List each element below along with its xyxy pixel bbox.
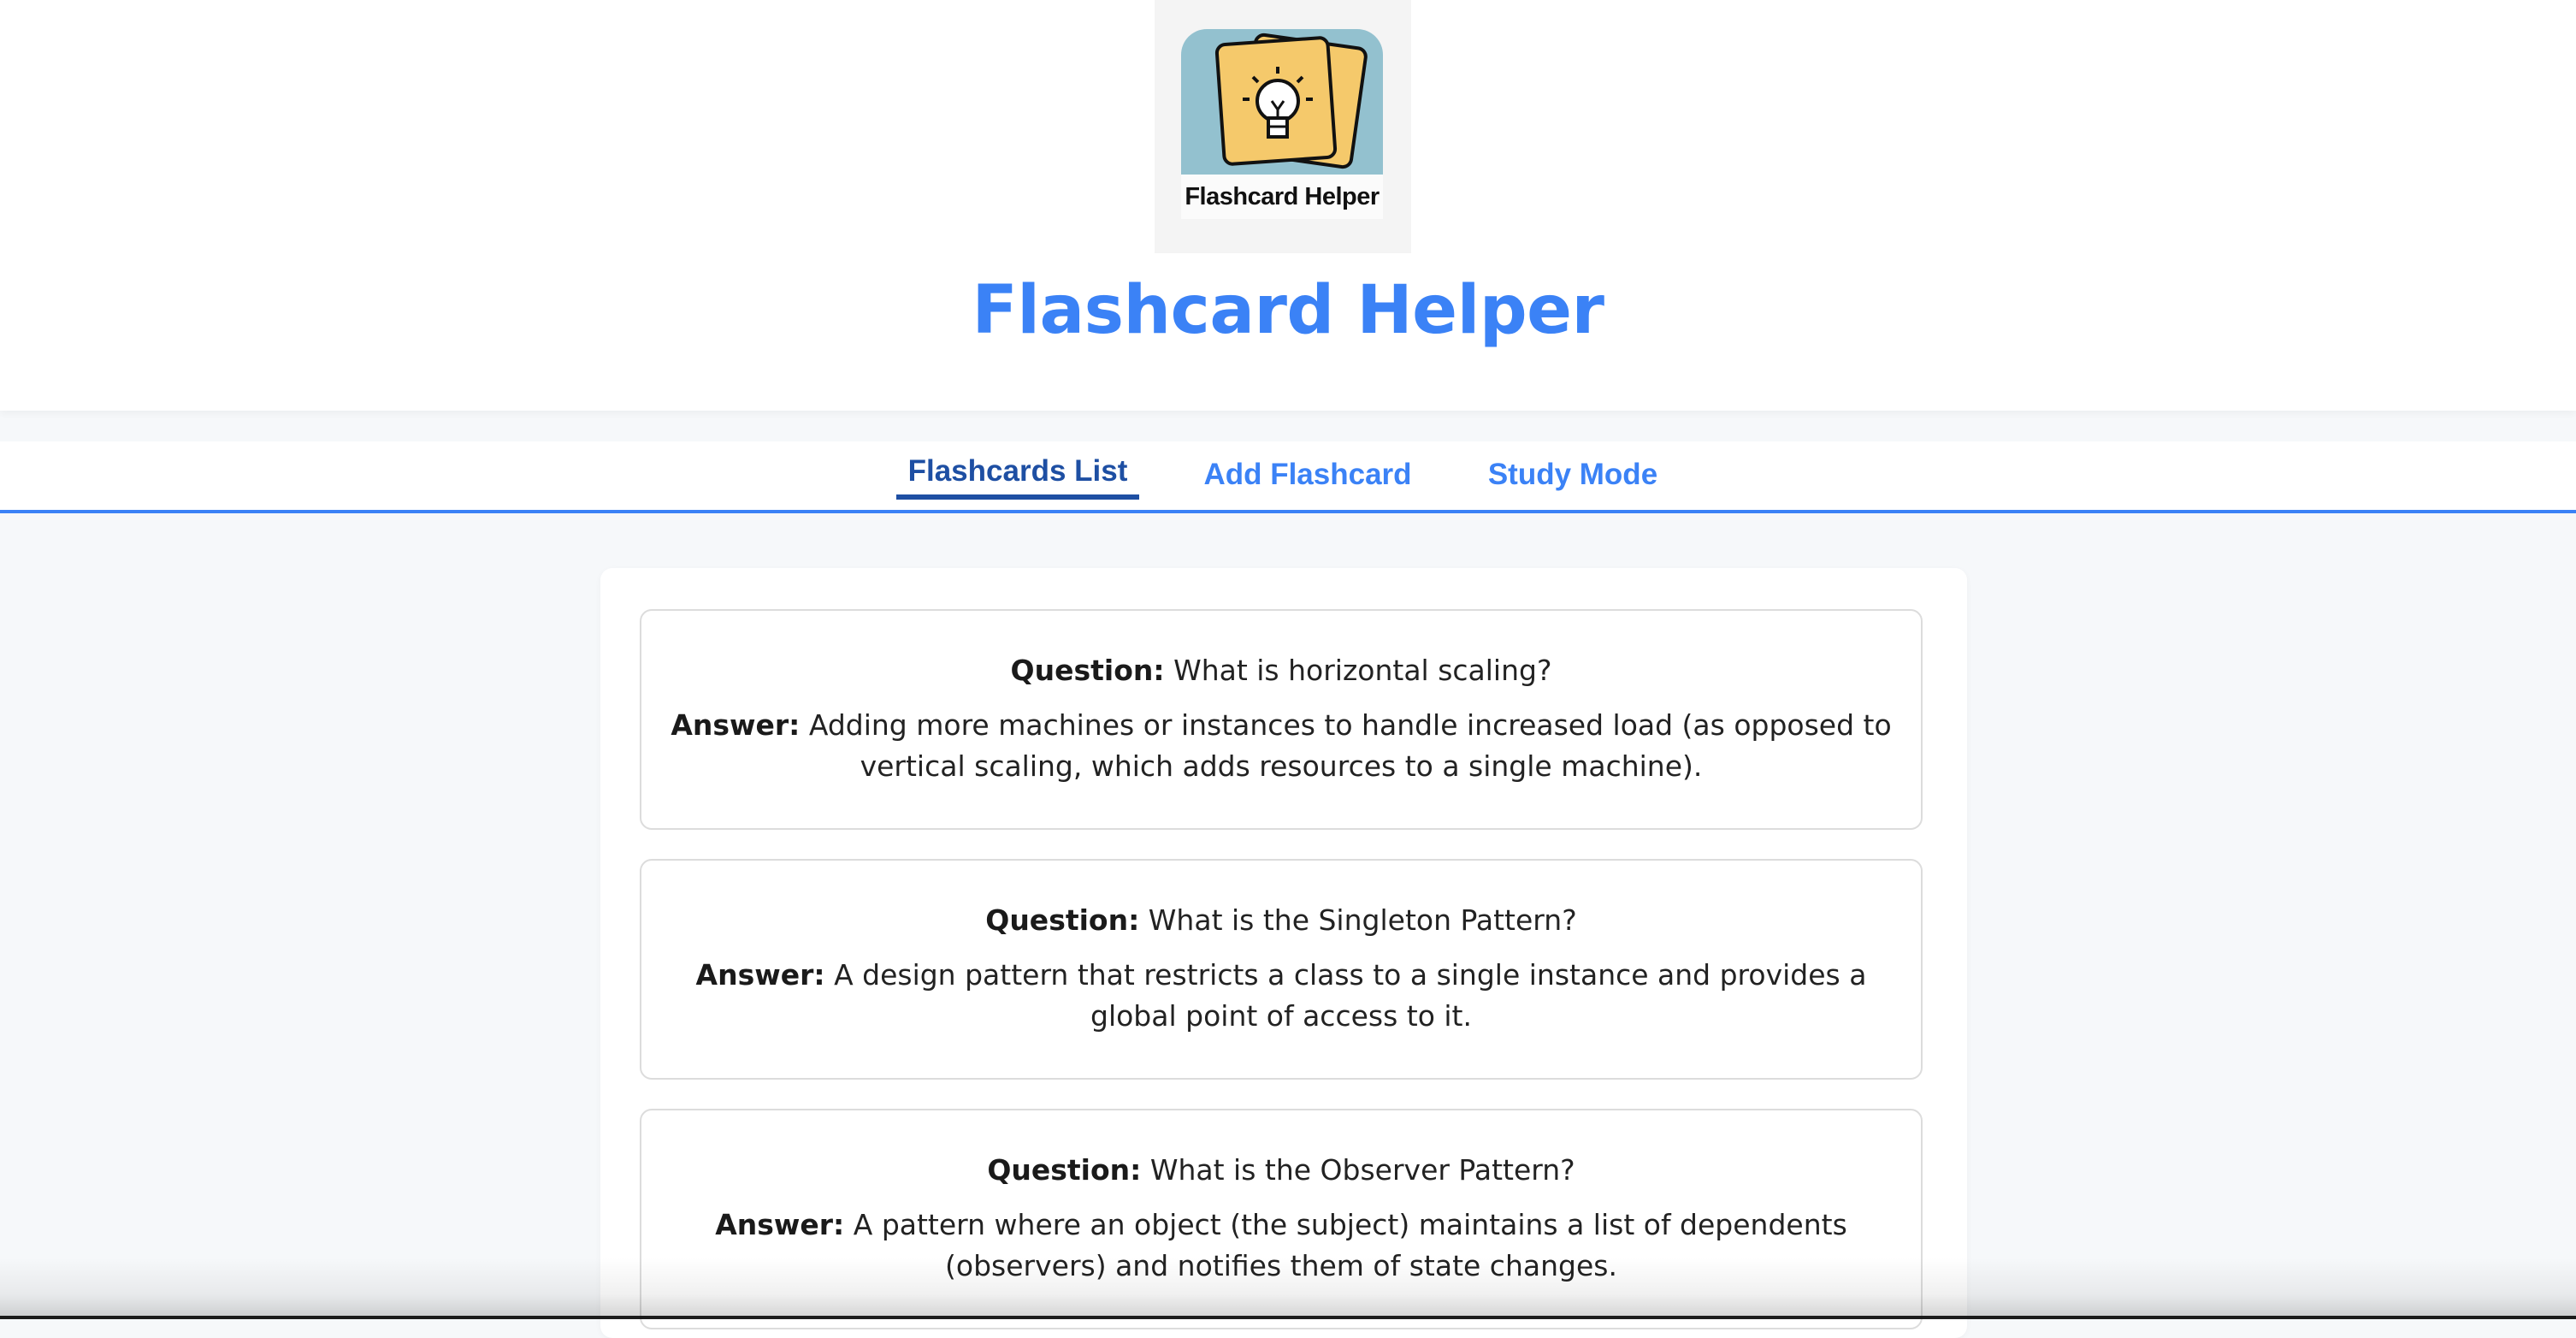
app-logo: Flashcard Helper	[1155, 0, 1411, 253]
answer-label: Answer:	[671, 708, 801, 742]
flashcards-panel: Question: What is horizontal scaling? An…	[600, 568, 1967, 1338]
logo-tile	[1181, 29, 1383, 175]
answer-text: A pattern where an object (the subject) …	[853, 1208, 1847, 1282]
answer-line: Answer: A design pattern that restricts …	[667, 955, 1895, 1037]
answer-label: Answer:	[695, 958, 825, 992]
question-text: What is horizontal scaling?	[1173, 654, 1552, 687]
flashcard[interactable]: Question: What is the Singleton Pattern?…	[640, 859, 1923, 1080]
question-text: What is the Observer Pattern?	[1149, 1153, 1575, 1187]
answer-line: Answer: A pattern where an object (the s…	[667, 1205, 1895, 1287]
main-nav: Flashcards List Add Flashcard Study Mode	[0, 441, 2576, 513]
answer-line: Answer: Adding more machines or instance…	[667, 705, 1895, 787]
answer-text: A design pattern that restricts a class …	[834, 958, 1867, 1033]
question-text: What is the Singleton Pattern?	[1148, 903, 1577, 937]
flashcard[interactable]: Question: What is the Observer Pattern? …	[640, 1109, 1923, 1329]
window-bottom-edge	[0, 1316, 2576, 1319]
tab-study-mode[interactable]: Study Mode	[1486, 452, 1659, 498]
lightbulb-icon	[1214, 33, 1368, 169]
question-line: Question: What is the Singleton Pattern?	[676, 900, 1887, 941]
question-line: Question: What is the Observer Pattern?	[676, 1150, 1887, 1191]
answer-text: Adding more machines or instances to han…	[808, 708, 1892, 783]
answer-label: Answer:	[715, 1208, 845, 1241]
question-label: Question:	[987, 1153, 1142, 1187]
question-line: Question: What is horizontal scaling?	[676, 650, 1887, 691]
question-label: Question:	[1010, 654, 1165, 687]
app-header: Flashcard Helper Flashcard Helper	[0, 0, 2576, 411]
tab-flashcards-list[interactable]: Flashcards List	[896, 448, 1139, 500]
tab-add-flashcard[interactable]: Add Flashcard	[1201, 452, 1415, 498]
flashcard[interactable]: Question: What is horizontal scaling? An…	[640, 609, 1923, 830]
page-title: Flashcard Helper	[972, 272, 1604, 349]
logo-caption: Flashcard Helper	[1185, 183, 1380, 210]
logo-caption-box: Flashcard Helper	[1181, 175, 1383, 219]
question-label: Question:	[985, 903, 1140, 937]
